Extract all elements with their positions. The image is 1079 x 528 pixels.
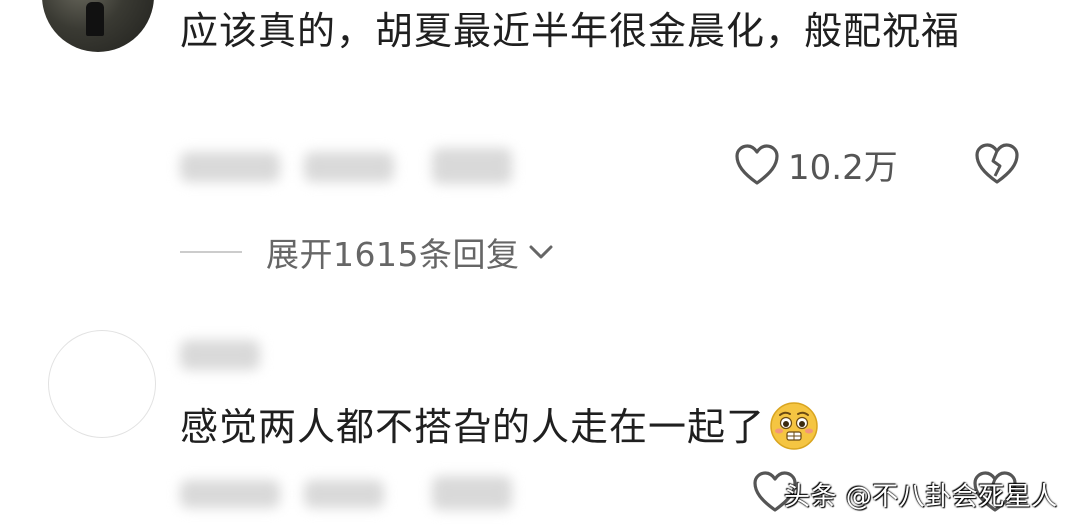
watermark: 头条 @不八卦会死星人 [784, 482, 1058, 512]
blurred-meta [180, 480, 280, 508]
blurred-meta [304, 480, 384, 508]
blurred-meta [304, 152, 394, 182]
comment-text: 感觉两人都不搭旮的人走在一起了 [180, 400, 819, 455]
blurred-reply-button [432, 148, 512, 184]
blurred-username [180, 340, 260, 370]
commenter-avatar[interactable] [48, 330, 156, 438]
heart-outline-icon [735, 143, 779, 185]
comment-text-content: 感觉两人都不搭旮的人走在一起了 [180, 405, 766, 449]
like-button[interactable]: 10.2万 [734, 140, 898, 189]
like-count: 10.2万 [788, 148, 898, 188]
expand-replies-label: 展开1615条回复 [266, 235, 520, 274]
divider-line [180, 251, 242, 253]
blurred-reply-button [432, 476, 512, 510]
blurred-meta [180, 152, 280, 182]
expand-replies-button[interactable]: 展开1615条回复 [180, 228, 555, 276]
dislike-button[interactable] [974, 142, 1020, 186]
worried-face-emoji [770, 401, 818, 450]
broken-heart-icon [975, 143, 1019, 184]
comment-text: 应该真的，胡夏最近半年很金晨化，般配祝福 [180, 9, 961, 53]
commenter-avatar[interactable] [42, 0, 154, 52]
chevron-down-icon [529, 245, 553, 259]
